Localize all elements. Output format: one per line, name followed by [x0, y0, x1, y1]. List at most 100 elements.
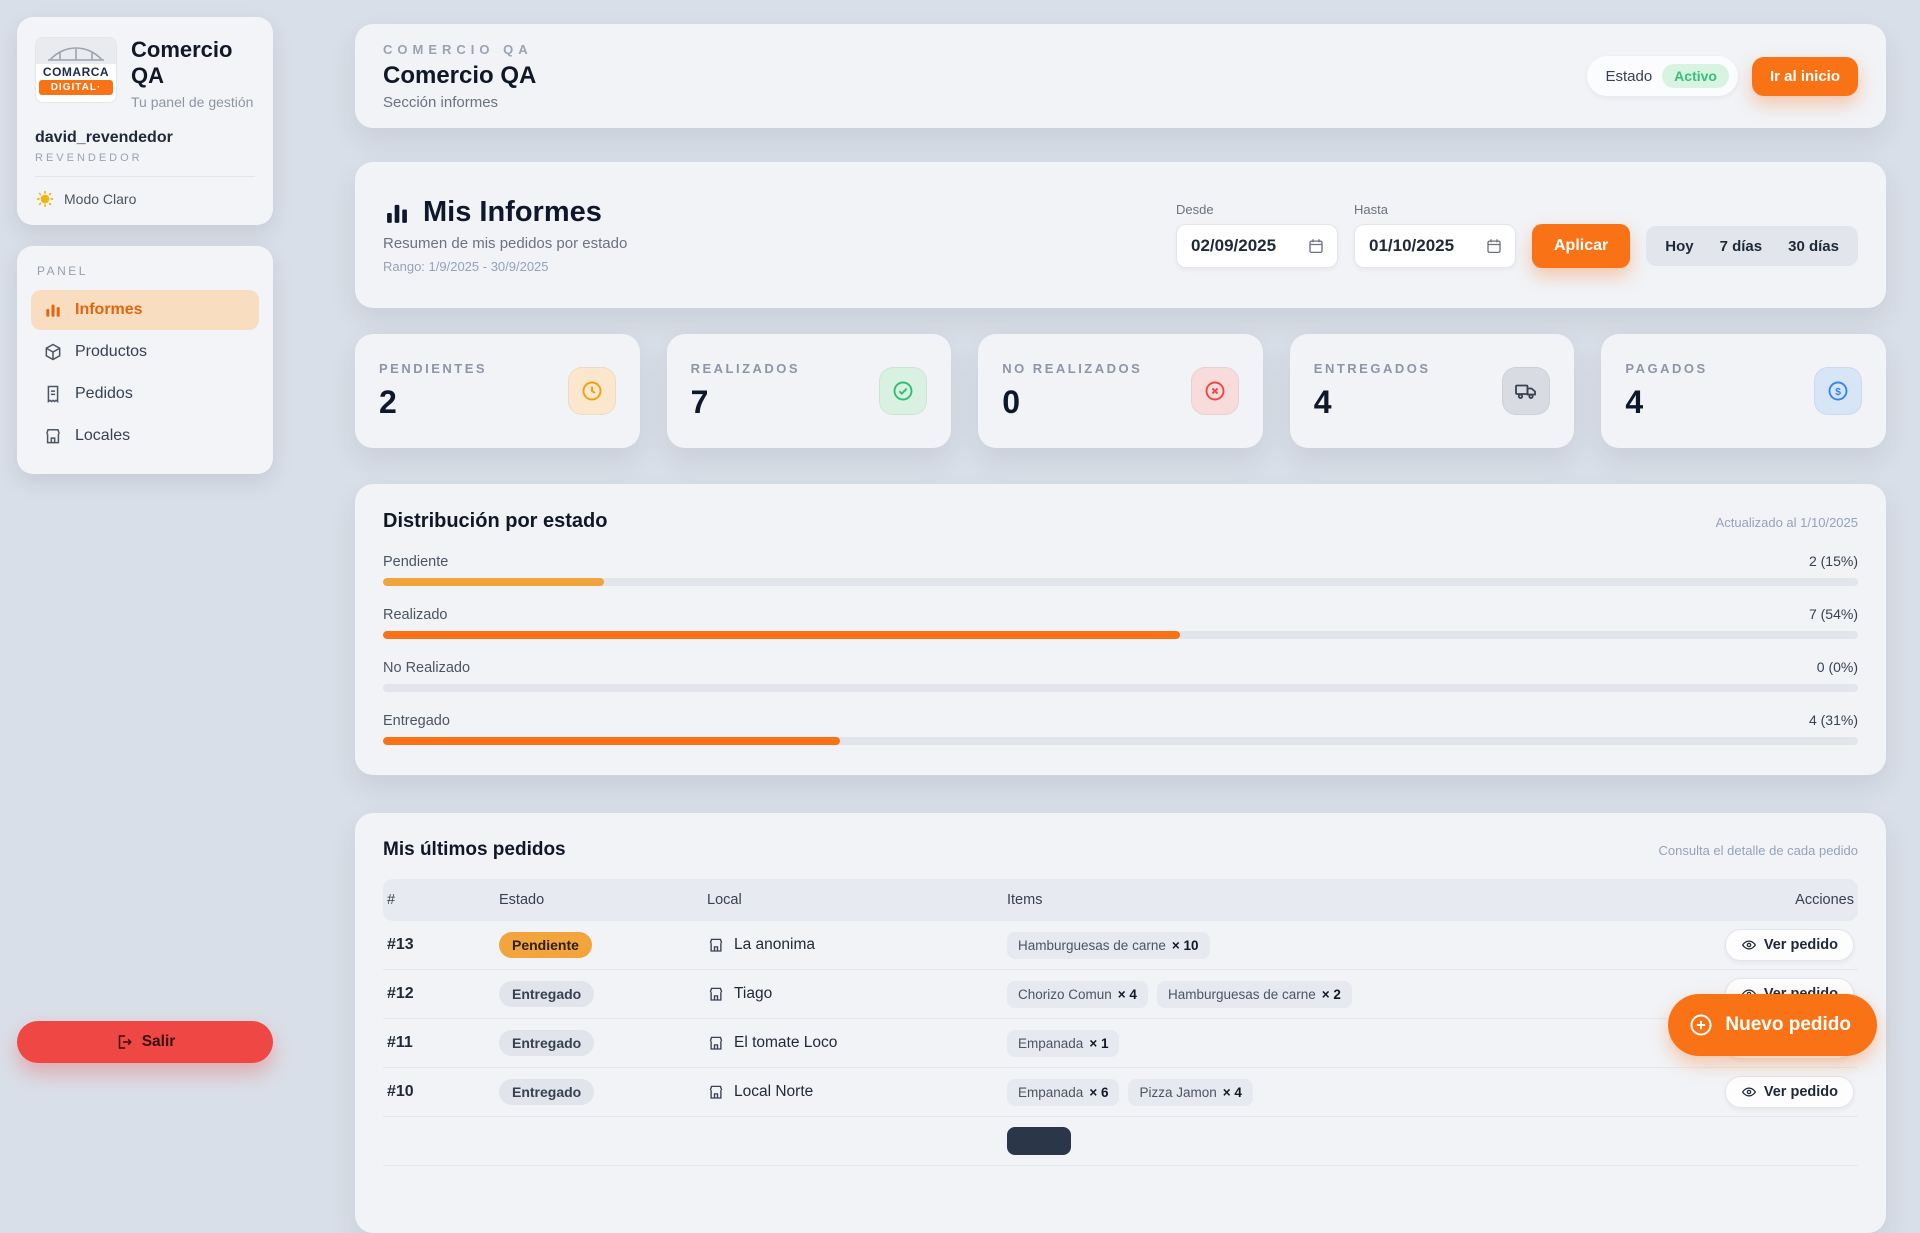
app-subtitle: Tu panel de gestión	[131, 94, 255, 112]
status-pill: Estado Activo	[1587, 56, 1738, 96]
distribution-row: Pendiente 2 (15%)	[383, 553, 1858, 586]
logout-label: Salir	[142, 1033, 176, 1051]
svg-text:$: $	[1835, 386, 1841, 398]
nav-label-informes: Informes	[75, 301, 143, 319]
date-to-value: 01/10/2025	[1369, 236, 1454, 256]
bar-track	[383, 578, 1858, 586]
sidebar-spacer	[17, 474, 273, 1021]
table-row-partial	[383, 1117, 1858, 1166]
sidebar-item-locales[interactable]: Locales	[31, 416, 259, 456]
orders-title: Mis últimos pedidos	[383, 839, 566, 861]
sun-icon	[35, 189, 55, 209]
view-order-label: Ver pedido	[1764, 1084, 1838, 1100]
order-items: Chorizo Comun× 4Hamburguesas de carne× 2	[1003, 981, 1688, 1008]
stat-label: PAGADOS	[1625, 361, 1707, 376]
reports-filter-card: Mis Informes Resumen de mis pedidos por …	[355, 162, 1886, 308]
order-items: Empanada× 6Pizza Jamon× 4	[1003, 1079, 1688, 1106]
order-id: #12	[383, 985, 495, 1003]
dist-label: No Realizado	[383, 660, 470, 676]
reports-range-text: Rango: 1/9/2025 - 30/9/2025	[383, 259, 627, 274]
panel-label: PANEL	[37, 264, 259, 278]
box-icon	[43, 342, 63, 362]
status-badge: Activo	[1662, 64, 1729, 88]
dist-value: 0 (0%)	[1817, 659, 1858, 675]
col-items: Items	[1003, 892, 1688, 908]
theme-toggle-label: Modo Claro	[64, 191, 136, 207]
brand-card: COMARCA DIGITAL· Comercio QA Tu panel de…	[17, 17, 273, 225]
order-status-badge: Pendiente	[499, 932, 592, 958]
distribution-card: Distribución por estado Actualizado al 1…	[355, 484, 1886, 775]
orders-card: Mis últimos pedidos Consulta el detalle …	[355, 813, 1886, 1233]
apply-button[interactable]: Aplicar	[1532, 224, 1630, 268]
view-order-button[interactable]: Ver pedido	[1725, 1076, 1854, 1108]
store-icon	[707, 936, 725, 954]
stat-value: 0	[1002, 384, 1142, 421]
dist-label: Entregado	[383, 713, 450, 729]
date-from-value: 02/09/2025	[1191, 236, 1276, 256]
divider	[35, 176, 255, 177]
quick-range-hoy[interactable]: Hoy	[1652, 231, 1706, 262]
item-chip: Hamburguesas de carne× 2	[1157, 981, 1352, 1008]
eye-icon	[1741, 937, 1757, 953]
logout-button[interactable]: Salir	[17, 1021, 273, 1063]
logo-text-digital: DIGITAL·	[39, 80, 113, 95]
stat-card-no-realizados: NO REALIZADOS 0	[978, 334, 1263, 448]
order-id: #13	[383, 936, 495, 954]
order-local-name: El tomate Loco	[734, 1034, 837, 1052]
dist-value: 4 (31%)	[1809, 712, 1858, 728]
distribution-updated: Actualizado al 1/10/2025	[1716, 515, 1858, 530]
truck-icon	[1502, 367, 1550, 415]
col-estado: Estado	[495, 892, 703, 908]
bar-fill	[383, 578, 604, 586]
user-role: REVENDEDOR	[35, 152, 255, 164]
stat-card-pendientes: PENDIENTES 2	[355, 334, 640, 448]
stat-label: PENDIENTES	[379, 361, 487, 376]
sidebar-item-pedidos[interactable]: Pedidos	[31, 374, 259, 414]
reports-title: Mis Informes	[423, 196, 602, 229]
page-title: Comercio QA	[383, 62, 536, 90]
date-to-label: Hasta	[1354, 202, 1516, 217]
item-chip: Hamburguesas de carne× 10	[1007, 932, 1210, 959]
order-id: #10	[383, 1083, 495, 1101]
x-circle-icon	[1191, 367, 1239, 415]
order-local-name: La anonima	[734, 936, 815, 954]
distribution-title: Distribución por estado	[383, 510, 607, 533]
distribution-row: Entregado 4 (31%)	[383, 712, 1858, 745]
nav-label-productos: Productos	[75, 343, 147, 361]
bridge-image	[36, 38, 116, 64]
comarca-digital-logo: COMARCA DIGITAL·	[35, 37, 117, 103]
calendar-icon	[1485, 237, 1503, 255]
quick-range-30dias[interactable]: 30 días	[1775, 231, 1852, 262]
sidebar-item-informes[interactable]: Informes	[31, 290, 259, 330]
new-order-button[interactable]: Nuevo pedido	[1668, 994, 1877, 1056]
view-order-button[interactable]: Ver pedido	[1725, 929, 1854, 961]
bar-fill	[383, 631, 1180, 639]
go-home-button[interactable]: Ir al inicio	[1752, 57, 1858, 96]
bar-track	[383, 737, 1858, 745]
logo-text-comarca: COMARCA	[36, 64, 116, 80]
theme-toggle[interactable]: Modo Claro	[35, 189, 255, 209]
stat-label: ENTREGADOS	[1314, 361, 1431, 376]
clock-icon	[568, 367, 616, 415]
page-subtitle: Sección informes	[383, 94, 536, 111]
table-row: #10 Entregado Local Norte Empanada× 6Piz…	[383, 1068, 1858, 1117]
nav-label-pedidos: Pedidos	[75, 385, 133, 403]
date-to-input[interactable]: 01/10/2025	[1354, 224, 1516, 268]
dist-label: Pendiente	[383, 554, 448, 570]
reports-subtitle: Resumen de mis pedidos por estado	[383, 235, 627, 252]
header-eyebrow: COMERCIO QA	[383, 42, 536, 57]
sidebar-item-productos[interactable]: Productos	[31, 332, 259, 372]
bar-fill	[383, 737, 840, 745]
receipt-icon	[43, 384, 63, 404]
stat-card-realizados: REALIZADOS 7	[667, 334, 952, 448]
order-items: Hamburguesas de carne× 10	[1003, 932, 1688, 959]
stat-card-pagados: PAGADOS 4 $	[1601, 334, 1886, 448]
sidebar: COMARCA DIGITAL· Comercio QA Tu panel de…	[17, 17, 273, 1063]
date-from-input[interactable]: 02/09/2025	[1176, 224, 1338, 268]
bar-track	[383, 631, 1858, 639]
check-circle-icon	[879, 367, 927, 415]
quick-range-7dias[interactable]: 7 días	[1707, 231, 1776, 262]
stat-value: 7	[691, 384, 801, 421]
order-id: #11	[383, 1034, 495, 1052]
order-status-badge: Entregado	[499, 981, 594, 1007]
